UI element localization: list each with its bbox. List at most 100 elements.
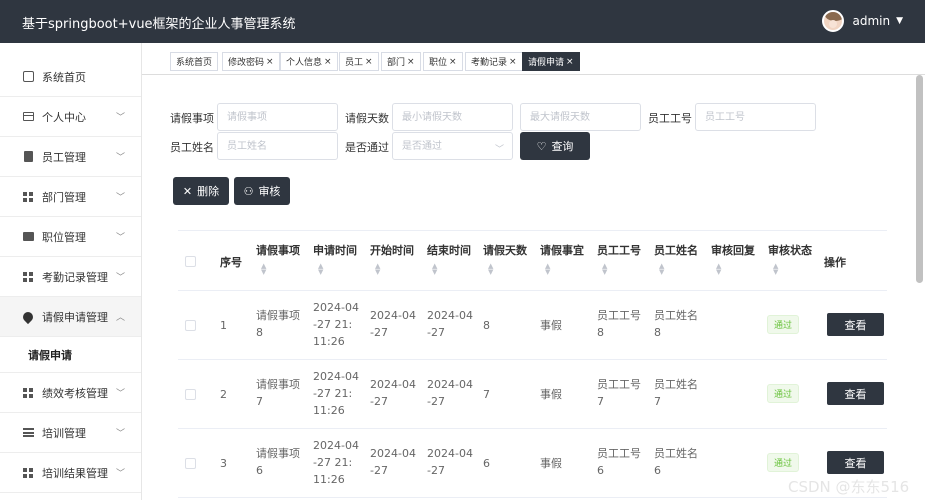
- tab-personal-info[interactable]: 个人信息 ×: [280, 52, 338, 71]
- close-icon[interactable]: ×: [266, 57, 274, 67]
- sidebar-item-label: 绩效考核管理: [42, 386, 108, 400]
- status-badge: 通过: [767, 453, 800, 472]
- row-checkbox[interactable]: [185, 389, 196, 400]
- chevron-down-icon: ﹀: [115, 113, 125, 123]
- tab-department[interactable]: 部门 ×: [381, 52, 421, 71]
- tab-label: 修改密码: [228, 58, 265, 68]
- emp-name-input[interactable]: [217, 132, 338, 160]
- tab-label: 请假申请: [528, 58, 565, 68]
- column-header[interactable]: 结束时间: [427, 242, 471, 258]
- sidebar-item-personal-center[interactable]: 个人中心 ﹀: [0, 97, 141, 137]
- tab-label: 职位: [429, 58, 448, 68]
- sidebar-item-performance[interactable]: 绩效考核管理 ﹀: [0, 373, 141, 413]
- query-button[interactable]: ♡ 查询: [520, 132, 590, 160]
- grid-icon: [22, 191, 34, 203]
- vertical-scrollbar[interactable]: [916, 75, 923, 283]
- watermark: CSDN @东东516: [788, 478, 910, 496]
- home-icon: [22, 71, 34, 83]
- username[interactable]: admin: [852, 14, 890, 28]
- sort-icon[interactable]: ▲ ▼: [318, 263, 323, 276]
- column-header[interactable]: 开始时间: [370, 242, 414, 258]
- close-icon[interactable]: ×: [365, 57, 373, 67]
- sidebar: 系统首页 个人中心 ﹀ 员工管理 ﹀ 部门管理 ﹀ 职位管理 ﹀ 考勤记录管理 …: [0, 43, 142, 500]
- tab-leave-request[interactable]: 请假申请 ×: [522, 52, 580, 71]
- min-days-input[interactable]: [392, 103, 513, 131]
- avatar[interactable]: [822, 10, 845, 32]
- column-header[interactable]: 审核回复: [711, 242, 755, 258]
- view-button[interactable]: 查看: [827, 382, 884, 405]
- sort-icon[interactable]: ▲ ▼: [602, 263, 607, 276]
- sidebar-item-position[interactable]: 职位管理 ﹀: [0, 217, 141, 257]
- sidebar-item-training-result[interactable]: 培训结果管理 ﹀: [0, 453, 141, 493]
- sidebar-item-employee[interactable]: 员工管理 ﹀: [0, 137, 141, 177]
- tab-attendance[interactable]: 考勤记录 ×: [465, 52, 523, 71]
- leave-item-cell: 请假事项6: [256, 447, 300, 477]
- tab-label: 个人信息: [286, 58, 323, 68]
- row-checkbox[interactable]: [185, 458, 196, 469]
- emp-name-cell: 员工姓名7: [654, 378, 698, 408]
- column-header[interactable]: 员工工号: [597, 242, 641, 258]
- column-header[interactable]: 请假天数: [483, 242, 527, 258]
- delete-button-label: 删除: [197, 185, 220, 198]
- leave-item-input[interactable]: [217, 103, 338, 131]
- emp-no-label: 员工工号: [648, 112, 692, 125]
- sort-icon[interactable]: ▲ ▼: [488, 263, 493, 276]
- row-index: 1: [220, 319, 227, 332]
- tab-change-password[interactable]: 修改密码 ×: [222, 52, 280, 71]
- close-icon[interactable]: ×: [324, 57, 332, 67]
- chevron-down-icon: ﹀: [115, 429, 125, 439]
- sidebar-item-leave[interactable]: 请假申请管理 ︿: [0, 297, 141, 337]
- column-header[interactable]: 员工姓名: [654, 242, 698, 258]
- table-header-row: 序号 请假事项 ▲ ▼ 申请时间 ▲ ▼ 开始时间 ▲ ▼ 结束时间 ▲ ▼ 请假天数 …: [178, 231, 887, 291]
- tab-label: 员工: [345, 58, 364, 68]
- review-button[interactable]: ⚇ 审核: [234, 177, 290, 205]
- sort-icon[interactable]: ▲ ▼: [545, 263, 550, 276]
- column-header[interactable]: 请假事宜: [540, 242, 584, 258]
- sidebar-item-label: 请假申请管理: [42, 310, 108, 324]
- sidebar-item-attendance[interactable]: 考勤记录管理 ﹀: [0, 257, 141, 297]
- heart-icon: ♡: [536, 139, 547, 153]
- tabs-bar: 系统首页 修改密码 × 个人信息 × 员工 × 部门 × 职位 × 考勤记录 × 请假申请 ×: [142, 43, 925, 75]
- tab-home[interactable]: 系统首页: [170, 52, 219, 71]
- emp-no-input[interactable]: [695, 103, 816, 131]
- emp-name-cell: 员工姓名6: [654, 447, 698, 477]
- emp-no-cell: 员工工号8: [597, 309, 641, 339]
- column-header[interactable]: 申请时间: [313, 242, 357, 258]
- grid-icon: [22, 271, 34, 283]
- sort-icon[interactable]: ▲ ▼: [773, 263, 778, 276]
- tab-employee[interactable]: 员工 ×: [339, 52, 379, 71]
- matter-cell: 事假: [540, 457, 562, 470]
- matter-cell: 事假: [540, 388, 562, 401]
- row-checkbox[interactable]: [185, 320, 196, 331]
- caret-down-icon[interactable]: ▼: [896, 16, 903, 26]
- chevron-down-icon[interactable]: ﹀: [495, 142, 504, 155]
- sidebar-item-department[interactable]: 部门管理 ﹀: [0, 177, 141, 217]
- user-menu[interactable]: admin ▼: [822, 10, 903, 32]
- sidebar-item-home[interactable]: 系统首页: [0, 57, 141, 97]
- close-icon[interactable]: ×: [449, 57, 457, 67]
- close-icon[interactable]: ×: [566, 57, 574, 67]
- leave-item-cell: 请假事项7: [256, 378, 300, 408]
- sidebar-subitem-leave-request[interactable]: 请假申请: [0, 337, 141, 373]
- close-icon[interactable]: ×: [509, 57, 517, 67]
- sidebar-item-training[interactable]: 培训管理 ﹀: [0, 413, 141, 453]
- sort-icon[interactable]: ▲ ▼: [432, 263, 437, 276]
- column-header[interactable]: 请假事项: [256, 242, 300, 258]
- view-button[interactable]: 查看: [827, 313, 884, 336]
- close-icon[interactable]: ×: [407, 57, 415, 67]
- sort-icon[interactable]: ▲ ▼: [659, 263, 664, 276]
- days-cell: 7: [483, 388, 490, 401]
- sort-icon[interactable]: ▲ ▼: [716, 263, 721, 276]
- delete-button[interactable]: ✕ 删除: [173, 177, 229, 205]
- select-all-checkbox[interactable]: [185, 256, 196, 267]
- view-button[interactable]: 查看: [827, 451, 884, 474]
- sidebar-item-label: 系统首页: [42, 70, 86, 84]
- sidebar-item-label: 个人中心: [42, 110, 86, 124]
- column-header[interactable]: 审核状态: [768, 242, 812, 258]
- sort-icon[interactable]: ▲ ▼: [261, 263, 266, 276]
- column-header: 操作: [824, 256, 846, 269]
- max-days-input[interactable]: [520, 103, 641, 131]
- list-icon: [22, 427, 34, 439]
- tab-position[interactable]: 职位 ×: [423, 52, 463, 71]
- sort-icon[interactable]: ▲ ▼: [375, 263, 380, 276]
